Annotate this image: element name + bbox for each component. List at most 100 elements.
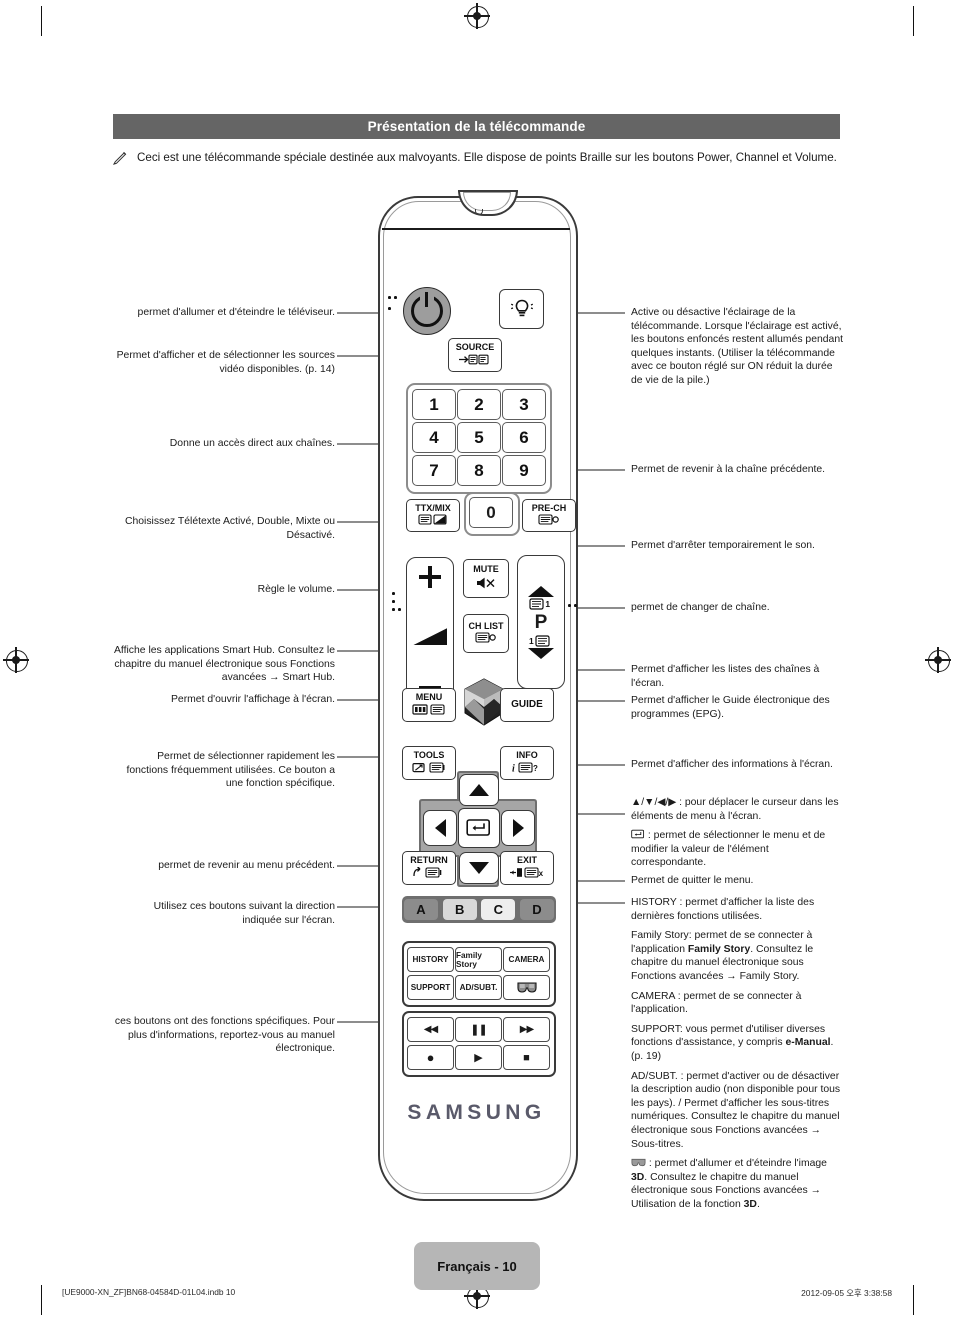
braille-volume	[392, 592, 402, 614]
color-button-c[interactable]: C	[481, 899, 516, 920]
annotation-volume: Règle le volume.	[257, 584, 335, 595]
chevron-up-icon[interactable]	[528, 585, 554, 597]
support-bold: e-Manual	[785, 1037, 831, 1049]
dpad-up-button[interactable]	[459, 774, 499, 806]
pause-icon: ❚❚	[470, 1024, 487, 1036]
number-button-3[interactable]: 3	[502, 389, 546, 420]
history-label: HISTORY	[631, 897, 677, 908]
fast-forward-button[interactable]: ▶▶	[503, 1017, 550, 1042]
enter-icon-inline	[631, 829, 648, 841]
chlist-label: CH LIST	[468, 620, 504, 631]
annotation-chlist: Permet d'afficher les listes des chaînes…	[631, 664, 820, 689]
guide-button[interactable]: GUIDE	[500, 688, 554, 722]
arrow-right-icon	[512, 819, 524, 837]
ad-subt-button[interactable]: AD/SUBT.	[455, 975, 502, 1000]
annotation-numbers: Donne un accès direct aux chaînes.	[169, 438, 335, 449]
return-label: RETURN	[410, 855, 448, 866]
number-button-0[interactable]: 0	[469, 497, 513, 528]
dpad-left-button[interactable]	[423, 810, 457, 846]
channel-rocker[interactable]: 1 P 1	[517, 555, 565, 689]
3d-button[interactable]	[503, 975, 550, 1000]
light-button[interactable]	[499, 289, 544, 329]
crop-mark	[41, 1285, 42, 1315]
pre-ch-button[interactable]: PRE-CH	[522, 499, 576, 532]
family-story-button[interactable]: Family Story	[455, 947, 502, 972]
color-button-d[interactable]: D	[519, 899, 554, 920]
annotation-info: Permet d'afficher des informations à l'é…	[631, 759, 833, 770]
prech-label: PRE-CH	[531, 502, 567, 513]
play-button[interactable]: ▶	[455, 1045, 502, 1070]
power-button[interactable]	[403, 287, 451, 335]
return-button[interactable]: RETURN	[402, 851, 456, 885]
number-button-7[interactable]: 7	[412, 455, 456, 486]
annotation-prech: Permet de revenir à la chaîne précédente…	[631, 464, 826, 475]
lightbulb-icon	[510, 299, 533, 317]
prech-icon	[538, 514, 560, 527]
guide-label: GUIDE	[511, 699, 543, 710]
pencil-note-icon	[112, 151, 127, 165]
color-button-a[interactable]: A	[404, 899, 438, 920]
crop-mark	[913, 1285, 914, 1315]
menu-button[interactable]: MENU	[402, 688, 456, 722]
stop-icon: ■	[523, 1051, 530, 1064]
number-button-4[interactable]: 4	[412, 422, 456, 453]
ttx-mix-button[interactable]: TTX/MIX	[406, 499, 460, 532]
dpad-down-button[interactable]	[459, 852, 499, 884]
number-button-6[interactable]: 6	[502, 422, 546, 453]
manual-page: Présentation de la télécommande Ceci est…	[0, 0, 954, 1321]
dpad-right-button[interactable]	[501, 810, 535, 846]
svg-text:x: x	[539, 869, 544, 878]
mute-button[interactable]: MUTE	[463, 559, 509, 598]
annotation-dpad: ▲/▼/◀/▶ : pour déplacer le curseur dans …	[631, 796, 845, 870]
adsubt-text: AD/SUBT. : permet d'activer ou de désact…	[631, 1070, 841, 1150]
number-button-2[interactable]: 2	[457, 389, 501, 420]
threed-text-e: .	[756, 1198, 760, 1210]
annotation-source: Permet d'afficher et de sélectionner les…	[116, 350, 335, 375]
number-button-1[interactable]: 1	[412, 389, 456, 420]
dpad-move-icons: ▲/▼/◀/▶	[631, 797, 677, 808]
color-button-b[interactable]: B	[442, 899, 477, 920]
return-arrow-icon	[412, 865, 446, 880]
3d-glasses-icon	[516, 982, 537, 993]
annotation-menu: Permet d'ouvrir l'affichage à l'écran.	[170, 694, 335, 705]
arrow-left-icon	[434, 819, 446, 837]
date-meta: 2012-09-05 오후 3:38:58	[801, 1288, 892, 1298]
volume-up-icon[interactable]	[419, 566, 441, 588]
number-button-9[interactable]: 9	[502, 455, 546, 486]
ch-list-button[interactable]: CH LIST	[463, 614, 509, 653]
number-button-5[interactable]: 5	[457, 422, 501, 453]
dpad-enter-button[interactable]	[458, 808, 500, 848]
function-buttons-pad: HISTORY Family Story CAMERA SUPPORT AD/S…	[402, 941, 556, 1007]
source-button[interactable]: SOURCE	[448, 338, 502, 372]
pause-button[interactable]: ❚❚	[455, 1017, 502, 1042]
family-story-bold: Family Story	[687, 943, 751, 955]
record-icon: ●	[426, 1050, 435, 1065]
registration-mark-right	[925, 647, 951, 673]
brand-logo: SAMSUNG	[407, 1101, 546, 1124]
page-title: Présentation de la télécommande	[367, 119, 586, 134]
annotation-color-buttons: Utilisez ces boutons suivant la directio…	[153, 901, 335, 926]
volume-rocker[interactable]	[406, 557, 454, 699]
threed-text-a: : permet d'allumer et d'éteindre l'image	[648, 1158, 827, 1170]
registration-mark-top	[464, 3, 490, 29]
record-button[interactable]: ●	[407, 1045, 454, 1070]
number-button-8[interactable]: 8	[457, 455, 501, 486]
ttx-label: TTX/MIX	[415, 502, 451, 513]
channel-label: P	[534, 611, 548, 633]
rewind-button[interactable]: ◀◀	[407, 1017, 454, 1042]
annotation-function-buttons: HISTORY : permet d'afficher la liste des…	[631, 896, 845, 1211]
support-button[interactable]: SUPPORT	[407, 975, 454, 1000]
menu-label: MENU	[415, 692, 443, 703]
mute-speaker-icon	[475, 576, 497, 592]
stop-button[interactable]: ■	[503, 1045, 550, 1070]
braille-channel	[568, 604, 580, 610]
registration-mark-left	[3, 647, 29, 673]
channel-down-glyph: 1	[529, 634, 550, 647]
exit-button[interactable]: EXIT x	[500, 851, 554, 885]
mute-label: MUTE	[473, 564, 499, 575]
chevron-down-icon[interactable]	[528, 647, 554, 659]
teletext-icon	[418, 514, 448, 527]
history-button[interactable]: HISTORY	[407, 947, 454, 972]
camera-button[interactable]: CAMERA	[503, 947, 550, 972]
media-buttons-pad: ◀◀ ❚❚ ▶▶ ● ▶ ■	[402, 1011, 556, 1077]
